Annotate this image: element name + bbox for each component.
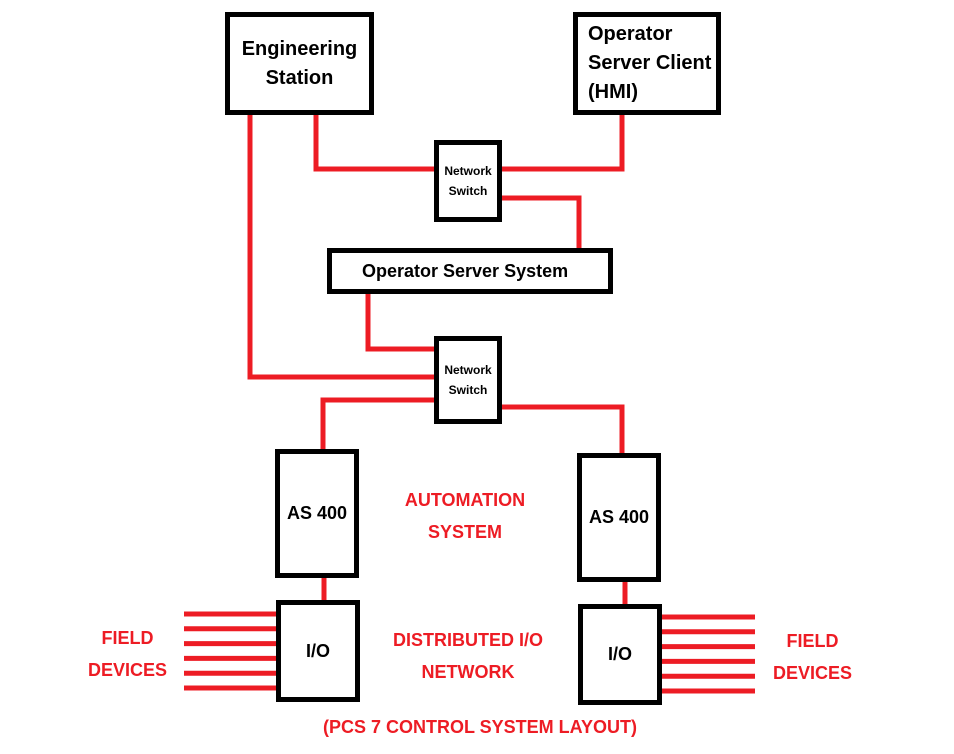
wire-hmi-to-switch-top	[497, 112, 625, 172]
wire-eng-to-switch-bottom	[247, 112, 439, 380]
wire-eng-to-switch-top	[313, 112, 439, 172]
as400-left-box: AS 400	[275, 449, 359, 578]
distributed-io-label: DISTRIBUTED I/O NETWORK	[392, 630, 543, 682]
io-left-box: I/O	[276, 600, 360, 702]
diagram-title: (PCS 7 CONTROL SYSTEM LAYOUT)	[322, 717, 638, 737]
network-switch-bottom: Network Switch	[434, 336, 502, 424]
wire-oss-to-switch-bottom	[365, 289, 439, 352]
as400-left-label: AS 400	[286, 503, 348, 523]
hmi-label: Operator Server Client (HMI)	[588, 23, 712, 103]
network-switch-top-label: Network Switch	[444, 164, 492, 198]
field-devices-left-label: FIELD DEVICES	[87, 628, 168, 680]
engineering-station-label: Engineering Station	[241, 37, 358, 89]
wire-switch-bottom-to-as-right	[497, 404, 625, 458]
operator-server-system-box: Operator Server System	[327, 248, 613, 294]
operator-server-system-label: Operator Server System	[362, 260, 569, 281]
wire-switch-bottom-to-as-left	[320, 397, 439, 454]
io-right-label: I/O	[607, 644, 632, 664]
field-devices-right-label: FIELD DEVICES	[772, 631, 853, 683]
hmi-box: Operator Server Client (HMI)	[573, 12, 721, 115]
network-switch-top: Network Switch	[434, 140, 502, 222]
wire-switch-top-to-oss	[497, 195, 582, 253]
automation-system-label: AUTOMATION SYSTEM	[404, 490, 526, 542]
io-right-box: I/O	[578, 604, 662, 705]
network-switch-bottom-label: Network Switch	[444, 363, 492, 397]
io-left-label: I/O	[305, 640, 330, 661]
as400-right-box: AS 400	[577, 453, 661, 582]
as400-right-label: AS 400	[588, 507, 650, 527]
engineering-station-box: Engineering Station	[225, 12, 374, 115]
